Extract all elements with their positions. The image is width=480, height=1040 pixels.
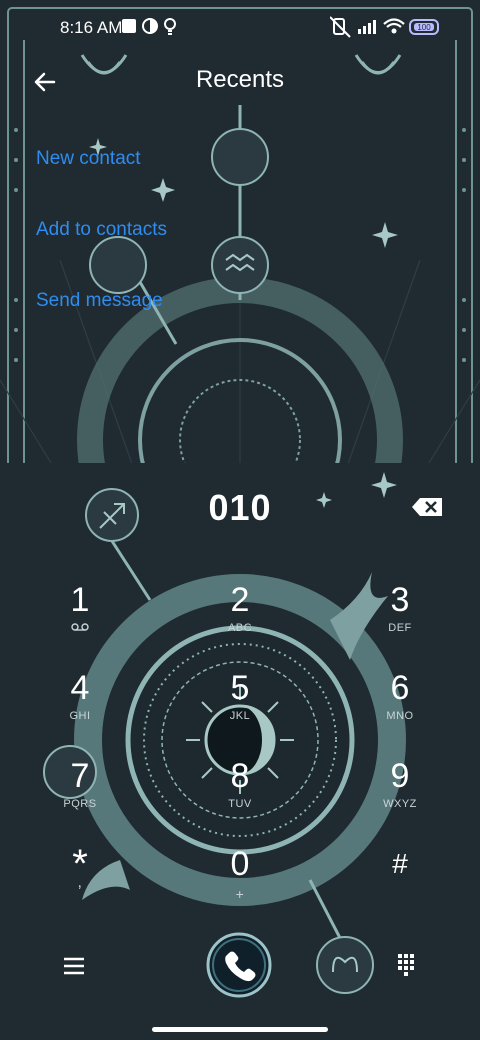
key-digit: 8 <box>230 757 250 795</box>
key-digit: 4 <box>70 669 90 707</box>
home-indicator[interactable] <box>152 1027 328 1032</box>
key-pound[interactable]: # <box>340 844 460 928</box>
key-letters: PQRS <box>63 798 97 810</box>
call-button[interactable] <box>206 932 272 998</box>
phone-icon <box>206 932 272 998</box>
key-digit: # <box>392 848 408 879</box>
key-letters: WXYZ <box>383 798 417 810</box>
status-time: 8:16 AM <box>60 18 123 37</box>
key-8[interactable]: 8 TUV <box>180 756 300 840</box>
key-digit: 7 <box>70 757 90 795</box>
vibrate-off-icon <box>329 16 351 38</box>
dialpad-icon <box>398 954 414 976</box>
svg-text:100: 100 <box>417 23 431 32</box>
key-letters: GHI <box>69 710 91 722</box>
add-to-contacts-link[interactable]: Add to contacts <box>36 219 167 241</box>
bulb-icon <box>164 18 176 35</box>
key-letters: DEF <box>388 622 412 634</box>
square-icon <box>122 19 136 33</box>
key-digit: 3 <box>390 581 410 619</box>
key-5[interactable]: 5 JKL <box>180 668 300 752</box>
signal-icon <box>358 20 376 34</box>
key-letters: ABC <box>227 622 253 634</box>
key-9[interactable]: 9 WXYZ <box>340 756 460 840</box>
dialpad-toggle-button[interactable] <box>378 938 434 994</box>
send-message-link[interactable]: Send message <box>36 290 163 312</box>
page-title: Recents <box>195 66 285 93</box>
key-digit: 6 <box>390 669 410 707</box>
wifi-icon <box>383 18 405 28</box>
key-letters: TUV <box>228 798 252 810</box>
backspace-icon <box>412 498 442 516</box>
key-digit: 1 <box>70 581 90 619</box>
key-star[interactable]: * , <box>20 844 140 928</box>
voicemail-icon <box>20 622 140 634</box>
key-4[interactable]: 4 GHI <box>20 668 140 752</box>
key-1[interactable]: 1 <box>20 580 140 664</box>
menu-button[interactable] <box>46 938 102 994</box>
status-left-icons <box>120 17 180 42</box>
key-0[interactable]: 0 + <box>180 844 300 928</box>
key-letters: + <box>235 886 245 902</box>
key-letters: MNO <box>386 710 414 722</box>
key-letters: , <box>77 874 83 891</box>
key-digit: 0 <box>230 845 250 883</box>
key-3[interactable]: 3 DEF <box>340 580 460 664</box>
status-right-icons: 100 <box>329 15 450 44</box>
key-digit: 5 <box>230 669 250 707</box>
key-digit: 9 <box>390 757 410 795</box>
key-digit: 2 <box>230 581 250 619</box>
battery-icon: 100 <box>409 19 439 35</box>
menu-icon <box>64 957 84 975</box>
backspace-button[interactable] <box>408 492 448 522</box>
new-contact-link[interactable]: New contact <box>36 148 141 170</box>
key-6[interactable]: 6 MNO <box>340 668 460 752</box>
key-letters: JKL <box>229 710 251 722</box>
key-7[interactable]: 7 PQRS <box>20 756 140 840</box>
key-2[interactable]: 2 ABC <box>180 580 300 664</box>
status-bar: 8:16 AM 100 <box>0 0 480 56</box>
